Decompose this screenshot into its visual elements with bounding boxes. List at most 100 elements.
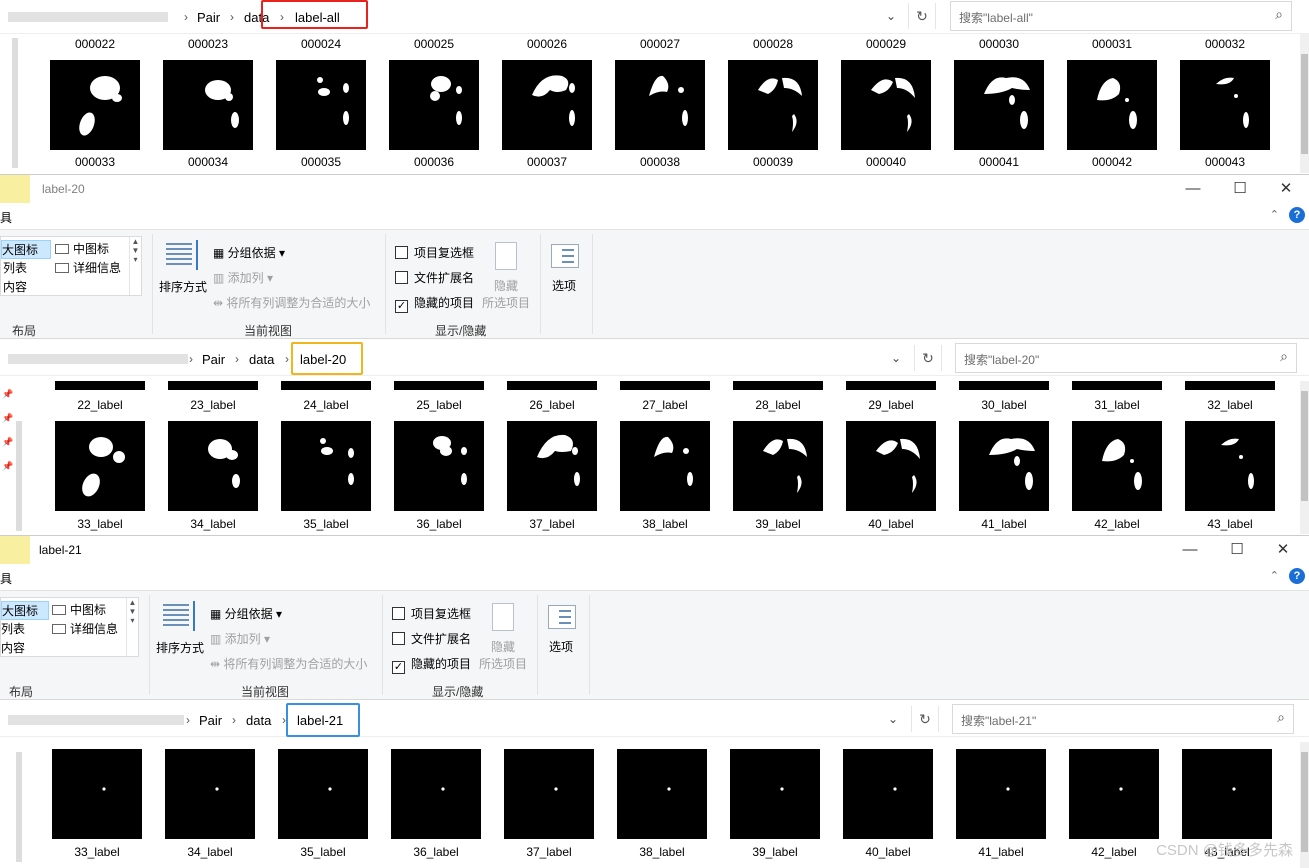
search-box[interactable]: 搜索"label-20" ⌕: [955, 343, 1297, 373]
minimize-button[interactable]: —: [1175, 540, 1205, 560]
sort-by-button[interactable]: 排序方式: [156, 639, 204, 656]
close-button[interactable]: ✕: [1268, 540, 1298, 560]
layout-content[interactable]: 内容: [1, 639, 25, 658]
image-thumbnail[interactable]: [504, 749, 594, 839]
help-icon[interactable]: ?: [1289, 568, 1305, 584]
fit-columns-button[interactable]: ⇹ 将所有列调整为合适的大小: [210, 655, 367, 672]
close-button[interactable]: ✕: [1271, 179, 1301, 199]
layout-list[interactable]: 列表: [3, 259, 27, 278]
image-thumbnail[interactable]: [163, 60, 253, 150]
image-thumbnail[interactable]: [507, 421, 597, 511]
image-thumbnail-partial[interactable]: [507, 381, 597, 390]
item-checkboxes-toggle[interactable]: 项目复选框: [392, 605, 471, 622]
image-thumbnail[interactable]: [281, 421, 371, 511]
layout-details[interactable]: 详细信息: [55, 259, 121, 278]
image-thumbnail[interactable]: [617, 749, 707, 839]
image-thumbnail[interactable]: [615, 60, 705, 150]
help-icon[interactable]: ?: [1289, 207, 1305, 223]
hide-selected-line2[interactable]: 所选项目: [482, 294, 530, 311]
image-thumbnail[interactable]: [389, 60, 479, 150]
image-thumbnail[interactable]: [841, 60, 931, 150]
options-button[interactable]: 选项: [549, 638, 573, 655]
image-thumbnail[interactable]: [1067, 60, 1157, 150]
maximize-button[interactable]: ☐: [1222, 540, 1252, 560]
image-thumbnail-partial[interactable]: [620, 381, 710, 390]
image-thumbnail[interactable]: [55, 421, 145, 511]
add-column-button[interactable]: ▥ 添加列 ▾: [210, 630, 270, 647]
search-box[interactable]: 搜索"label-21" ⌕: [952, 704, 1294, 734]
pin-icon[interactable]: 📌: [2, 461, 13, 472]
refresh-button[interactable]: ↻: [908, 3, 936, 29]
image-thumbnail[interactable]: [1072, 421, 1162, 511]
vertical-scrollbar[interactable]: [1300, 742, 1309, 868]
image-thumbnail[interactable]: [954, 60, 1044, 150]
options-button[interactable]: 选项: [552, 277, 576, 294]
image-thumbnail-partial[interactable]: [846, 381, 936, 390]
hide-selected-line1[interactable]: 隐藏: [494, 277, 518, 294]
image-thumbnail[interactable]: [165, 749, 255, 839]
image-thumbnail[interactable]: [502, 60, 592, 150]
minimize-button[interactable]: —: [1178, 179, 1208, 199]
search-box[interactable]: 搜索"label-all" ⌕: [950, 1, 1292, 31]
image-thumbnail[interactable]: [1185, 421, 1275, 511]
layout-large-icons[interactable]: 大图标: [1, 240, 51, 259]
image-thumbnail[interactable]: [959, 421, 1049, 511]
tab-tools-fragment[interactable]: 具: [0, 570, 12, 587]
item-checkboxes-toggle[interactable]: 项目复选框: [395, 244, 474, 261]
image-thumbnail-partial[interactable]: [281, 381, 371, 390]
image-thumbnail[interactable]: [394, 421, 484, 511]
image-thumbnail[interactable]: [730, 749, 820, 839]
crumb-pair[interactable]: Pair: [202, 352, 225, 367]
chevron-down-icon[interactable]: ⌄: [886, 9, 896, 23]
image-thumbnail[interactable]: [52, 749, 142, 839]
image-thumbnail-partial[interactable]: [733, 381, 823, 390]
image-thumbnail-partial[interactable]: [1185, 381, 1275, 390]
chevron-down-icon[interactable]: ⌄: [888, 712, 898, 726]
pin-icon[interactable]: 📌: [2, 437, 13, 448]
crumb-data[interactable]: data: [246, 713, 271, 728]
crumb-pair[interactable]: Pair: [197, 10, 220, 25]
file-extensions-toggle[interactable]: 文件扩展名: [392, 630, 471, 647]
refresh-button[interactable]: ↻: [914, 345, 942, 371]
pin-icon[interactable]: 📌: [2, 389, 13, 400]
image-thumbnail-partial[interactable]: [55, 381, 145, 390]
image-thumbnail[interactable]: [843, 749, 933, 839]
hide-selected-line1[interactable]: 隐藏: [491, 638, 515, 655]
hide-selected-line2[interactable]: 所选项目: [479, 655, 527, 672]
layout-list[interactable]: 列表: [1, 620, 25, 639]
scrollbar-fragment[interactable]: [16, 421, 22, 531]
crumb-data[interactable]: data: [249, 352, 274, 367]
image-thumbnail[interactable]: [1069, 749, 1159, 839]
image-thumbnail-partial[interactable]: [959, 381, 1049, 390]
image-thumbnail[interactable]: [620, 421, 710, 511]
image-thumbnail[interactable]: [391, 749, 481, 839]
scrollbar-fragment[interactable]: [12, 38, 18, 168]
collapse-ribbon-icon[interactable]: ⌃: [1270, 569, 1279, 582]
gallery-scroll[interactable]: ▲ ▼ ▾: [129, 237, 141, 295]
fit-columns-button[interactable]: ⇹ 将所有列调整为合适的大小: [213, 294, 370, 311]
image-thumbnail[interactable]: [276, 60, 366, 150]
image-thumbnail-partial[interactable]: [394, 381, 484, 390]
maximize-button[interactable]: ☐: [1225, 179, 1255, 199]
layout-content[interactable]: 内容: [3, 278, 27, 297]
crumb-pair[interactable]: Pair: [199, 713, 222, 728]
image-thumbnail[interactable]: [733, 421, 823, 511]
image-thumbnail[interactable]: [50, 60, 140, 150]
image-thumbnail[interactable]: [1180, 60, 1270, 150]
hidden-items-toggle[interactable]: ✓ 隐藏的项目: [392, 655, 471, 674]
layout-medium-icons[interactable]: 中图标: [55, 240, 109, 259]
layout-medium-icons[interactable]: 中图标: [52, 601, 106, 620]
image-thumbnail[interactable]: [728, 60, 818, 150]
tab-tools-fragment[interactable]: 具: [0, 209, 12, 226]
hidden-items-toggle[interactable]: ✓ 隐藏的项目: [395, 294, 474, 313]
layout-large-icons[interactable]: 大图标: [1, 601, 49, 620]
add-column-button[interactable]: ▥ 添加列 ▾: [213, 269, 273, 286]
gallery-scroll[interactable]: ▲ ▼ ▾: [126, 598, 138, 656]
collapse-ribbon-icon[interactable]: ⌃: [1270, 208, 1279, 221]
layout-details[interactable]: 详细信息: [52, 620, 118, 639]
image-thumbnail[interactable]: [846, 421, 936, 511]
vertical-scrollbar[interactable]: [1300, 381, 1309, 534]
refresh-button[interactable]: ↻: [911, 706, 939, 732]
image-thumbnail-partial[interactable]: [168, 381, 258, 390]
sort-by-button[interactable]: 排序方式: [159, 278, 207, 295]
